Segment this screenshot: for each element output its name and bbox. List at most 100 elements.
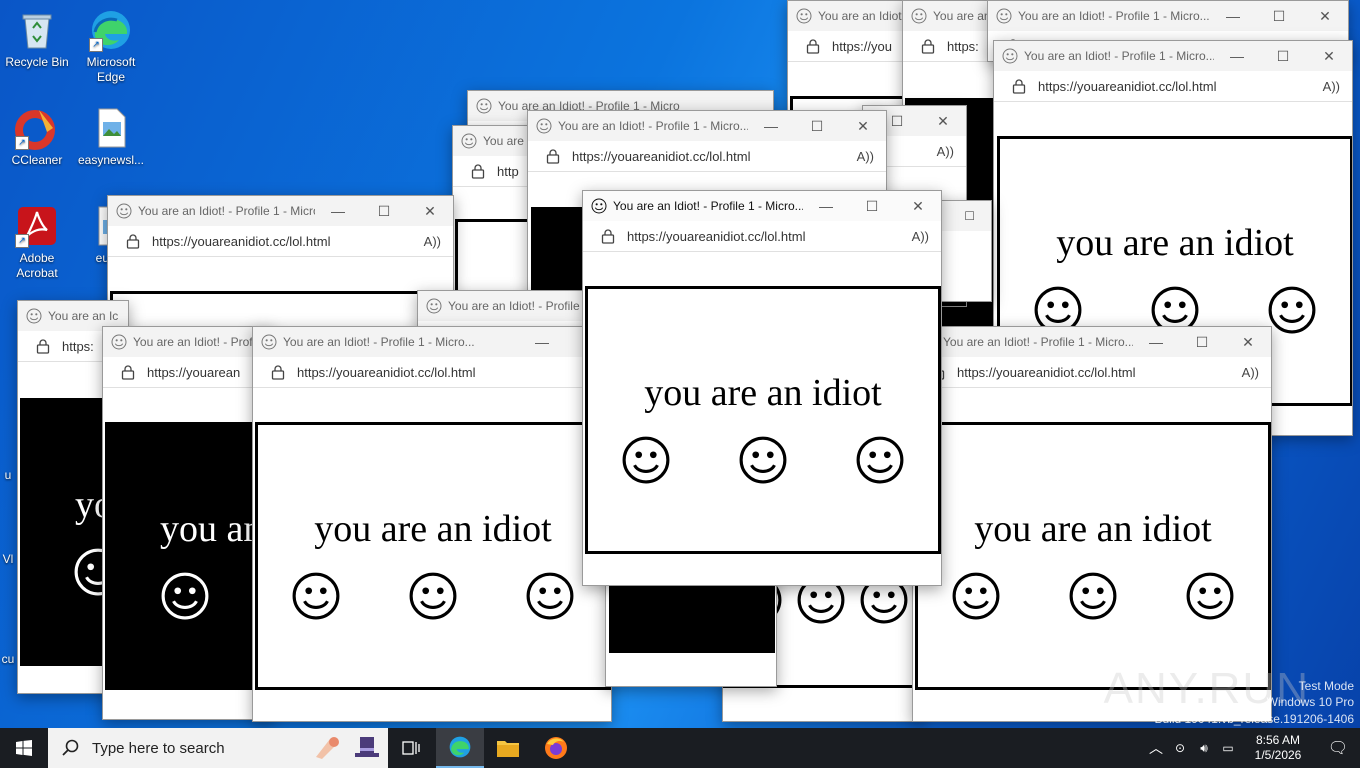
browser-popup-window[interactable]: You are an Idiot! - Profile 1 - Micro...… bbox=[107, 195, 454, 337]
browser-popup-window[interactable]: You are an Idiot! - Profile 1 - Micro...… bbox=[252, 326, 612, 722]
desktop-icon-label: Adobe Acrobat bbox=[16, 251, 58, 280]
shortcut-arrow-icon: ↗ bbox=[15, 136, 29, 150]
smiley-face-icon bbox=[1068, 571, 1118, 626]
desktop-icon-recycle-bin[interactable]: Recycle Bin bbox=[1, 8, 73, 70]
smiley-row bbox=[918, 571, 1268, 626]
smiley-favicon-icon bbox=[261, 334, 277, 350]
smiley-face-icon bbox=[855, 435, 905, 490]
close-icon[interactable]: ✕ bbox=[895, 191, 941, 221]
idiot-message-box: you are an idiot bbox=[255, 422, 611, 690]
smiley-favicon-icon bbox=[591, 198, 607, 214]
smiley-face-icon bbox=[291, 571, 341, 626]
network-icon[interactable]: ▭ bbox=[1216, 741, 1240, 755]
search-icon bbox=[62, 739, 79, 756]
close-icon[interactable]: ✕ bbox=[1306, 41, 1352, 71]
windows-logo-icon bbox=[16, 740, 32, 756]
lock-icon bbox=[126, 233, 142, 249]
idiot-message: you are an idiot bbox=[1056, 222, 1294, 264]
lock-icon bbox=[546, 148, 562, 164]
close-icon[interactable]: ✕ bbox=[920, 106, 966, 136]
window-title: You are an Idiot! - Profile bbox=[448, 299, 580, 313]
maximize-icon[interactable]: ☐ bbox=[794, 111, 840, 141]
edge-icon bbox=[449, 736, 471, 758]
smiley-face-icon bbox=[1267, 285, 1317, 340]
window-title: You are an Idiot! - Profile 1 - Micro... bbox=[1018, 9, 1210, 23]
read-aloud-icon[interactable]: A)) bbox=[424, 234, 441, 249]
browser-popup-window[interactable]: You are an Idiot! - Profi https://youare… bbox=[102, 326, 274, 720]
desktop-icon-label: CCleaner bbox=[11, 153, 63, 167]
taskbar-edge-button[interactable] bbox=[436, 728, 484, 768]
idiot-message-box: you are an idiot bbox=[915, 422, 1271, 690]
search-decoration-icon bbox=[312, 731, 382, 765]
maximize-icon[interactable]: ☐ bbox=[1179, 327, 1225, 357]
desktop-icon-acrobat[interactable]: ↗ Adobe Acrobat bbox=[1, 204, 73, 281]
start-button[interactable] bbox=[0, 728, 48, 768]
address-bar-url[interactable]: https://youareanidiot.cc/lol.html bbox=[297, 365, 611, 380]
task-view-icon bbox=[402, 741, 420, 755]
search-box[interactable]: Type here to search bbox=[48, 728, 388, 768]
notification-center-icon[interactable]: 🗨︎ bbox=[1316, 738, 1360, 758]
system-tray: ︿ ⊙ 🔊︎ ▭ 8:56 AM 1/5/2026 🗨︎ bbox=[1144, 728, 1360, 768]
address-bar-url[interactable]: https://youareanidiot.cc/lol.html bbox=[627, 229, 912, 244]
desktop-icon-edge[interactable]: ↗ Microsoft Edge bbox=[75, 8, 147, 85]
read-aloud-icon[interactable]: A)) bbox=[912, 229, 929, 244]
minimize-icon[interactable]: — bbox=[1133, 327, 1179, 357]
browser-popup-window-active[interactable]: You are an Idiot! - Profile 1 - Micro...… bbox=[582, 190, 942, 586]
browser-popup-window[interactable]: ☐ bbox=[940, 200, 992, 302]
minimize-icon[interactable]: — bbox=[519, 327, 565, 357]
read-aloud-icon[interactable]: A)) bbox=[1323, 79, 1340, 94]
minimize-icon[interactable]: — bbox=[1210, 1, 1256, 31]
smiley-face-icon bbox=[621, 435, 671, 490]
taskbar: Type here to search ︿ ⊙ 🔊︎ ▭ 8:56 AM 1/5… bbox=[0, 728, 1360, 768]
maximize-icon[interactable]: ☐ bbox=[361, 196, 407, 226]
window-title: You are an Ic bbox=[48, 309, 119, 323]
address-bar-url[interactable]: https://youareanidiot.cc/lol.html bbox=[1038, 79, 1323, 94]
maximize-icon[interactable]: ☐ bbox=[849, 191, 895, 221]
minimize-icon[interactable]: — bbox=[748, 111, 794, 141]
read-aloud-icon[interactable]: A)) bbox=[1242, 365, 1259, 380]
address-bar-url[interactable]: https://youareanidiot.cc/lol.html bbox=[957, 365, 1242, 380]
idiot-message: you are an idiot bbox=[644, 372, 882, 414]
close-icon[interactable]: ✕ bbox=[840, 111, 886, 141]
maximize-icon[interactable]: ☐ bbox=[964, 209, 975, 223]
window-title: You are an Idiot! - Profile 1 - Micro... bbox=[943, 335, 1133, 349]
read-aloud-icon[interactable]: A)) bbox=[937, 144, 954, 159]
close-icon[interactable]: ✕ bbox=[407, 196, 453, 226]
smiley-face-icon bbox=[160, 571, 210, 626]
desktop-icon-label: Microsoft Edge bbox=[86, 55, 136, 84]
windows-edition-text: Windows 10 Pro bbox=[1266, 695, 1354, 709]
read-aloud-icon[interactable]: A)) bbox=[857, 149, 874, 164]
shortcut-arrow-icon: ↗ bbox=[89, 38, 103, 52]
tray-overflow-chevron-icon[interactable]: ︿ bbox=[1144, 738, 1168, 758]
close-icon[interactable]: ✕ bbox=[1225, 327, 1271, 357]
volume-icon[interactable]: 🔊︎ bbox=[1192, 741, 1216, 756]
address-bar-url[interactable]: https://youareanidiot.cc/lol.html bbox=[152, 234, 424, 249]
browser-popup-window[interactable]: You are an Idiot! - Profile 1 - Micro...… bbox=[912, 326, 1272, 722]
minimize-icon[interactable]: — bbox=[803, 191, 849, 221]
smiley-face-icon bbox=[738, 435, 788, 490]
task-view-button[interactable] bbox=[388, 728, 436, 768]
taskbar-firefox-button[interactable] bbox=[532, 728, 580, 768]
taskbar-file-explorer-button[interactable] bbox=[484, 728, 532, 768]
smiley-face-icon bbox=[408, 571, 458, 626]
desktop-icon-ccleaner[interactable]: ↗ CCleaner bbox=[1, 106, 73, 168]
idiot-message-box: you are an idiot bbox=[585, 286, 941, 554]
folder-icon bbox=[497, 741, 519, 757]
maximize-icon[interactable]: ☐ bbox=[1256, 1, 1302, 31]
minimize-icon[interactable]: — bbox=[315, 196, 361, 226]
close-icon[interactable]: ✕ bbox=[1302, 1, 1348, 31]
maximize-icon[interactable]: ☐ bbox=[1260, 41, 1306, 71]
minimize-icon[interactable]: — bbox=[1214, 41, 1260, 71]
tray-network-monitor-icon[interactable]: ⊙ bbox=[1168, 741, 1192, 755]
search-placeholder: Type here to search bbox=[92, 739, 225, 757]
clock[interactable]: 8:56 AM 1/5/2026 bbox=[1240, 733, 1316, 763]
window-title: You are an Idiot! - Profile 1 - Micro... bbox=[558, 119, 748, 133]
smiley-face-icon bbox=[1185, 571, 1235, 626]
desktop-icon-easynews[interactable]: easynewsl... bbox=[75, 106, 147, 168]
smiley-row bbox=[108, 571, 268, 626]
window-title: You are an Idiot! - Profile 1 - Micro... bbox=[613, 199, 803, 213]
acrobat-icon: ↗ bbox=[15, 204, 59, 248]
address-bar-url[interactable]: https://youareanidiot.cc/lol.html bbox=[572, 149, 857, 164]
window-title: You are an Idiot! - Profile 1 - Micro... bbox=[283, 335, 475, 349]
idiot-message: you are an idiot bbox=[314, 508, 552, 550]
